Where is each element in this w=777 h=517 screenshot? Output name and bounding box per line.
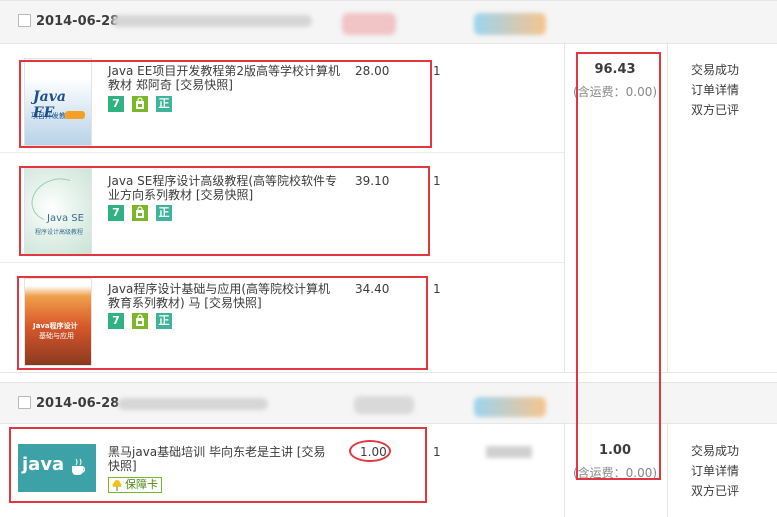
redacted-icon	[354, 396, 414, 414]
quantity: 1	[433, 174, 441, 188]
status-label: 交易成功	[690, 63, 739, 77]
highlight-box	[19, 166, 430, 256]
order-date: 2014-06-28	[36, 396, 120, 411]
highlight-box	[9, 427, 427, 503]
redacted-info	[486, 446, 532, 458]
order-checkbox[interactable]	[18, 14, 31, 27]
order-date: 2014-06-28	[36, 14, 120, 29]
order-checkbox[interactable]	[18, 396, 31, 409]
highlight-box	[576, 52, 661, 480]
order-detail-link[interactable]: 订单详情	[670, 80, 760, 100]
order-detail-link[interactable]: 订单详情	[670, 461, 760, 481]
quantity: 1	[433, 64, 441, 78]
status-label: 交易成功	[690, 444, 739, 458]
quantity: 1	[433, 445, 441, 459]
redacted-contact-icon	[474, 13, 546, 35]
order-header: 2014-06-28	[0, 0, 777, 44]
redacted-shop-name	[118, 398, 268, 410]
quantity: 1	[433, 282, 441, 296]
highlight-box	[17, 276, 428, 370]
rating-status-link[interactable]: 双方已评	[670, 100, 760, 120]
highlight-box	[19, 60, 432, 148]
redacted-shop-name	[112, 15, 312, 27]
rating-status-link[interactable]: 双方已评	[670, 481, 760, 501]
redacted-contact-icon	[474, 397, 546, 417]
redacted-icon	[342, 13, 396, 35]
